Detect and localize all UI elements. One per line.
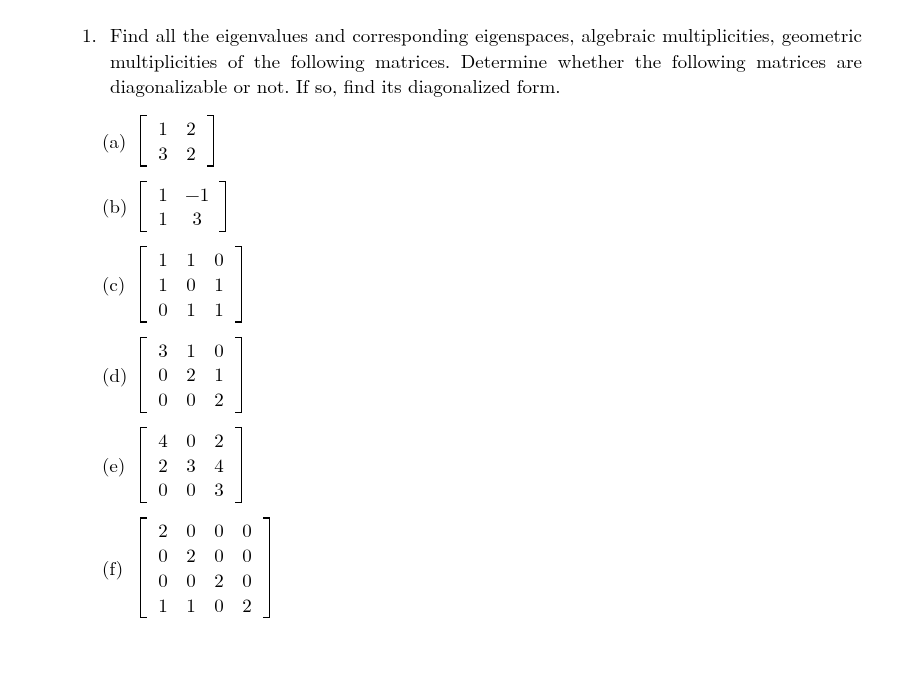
matrix-cell: 2 [185, 363, 197, 386]
right-bracket-icon [233, 246, 242, 322]
matrix-grid: 1232 [149, 115, 205, 167]
left-bracket-icon [140, 517, 149, 618]
matrix-cell: 0 [185, 388, 197, 411]
matrix-cell: 0 [241, 519, 253, 542]
matrix: 402234003 [140, 427, 242, 503]
matrix-cell: 2 [213, 569, 225, 592]
matrix-grid: 2000020000201102 [149, 517, 261, 618]
left-bracket-icon [140, 181, 149, 233]
subproblem: (f)2000020000201102 [102, 517, 862, 618]
matrix-cell: 0 [213, 594, 225, 617]
matrix-cell: 0 [213, 544, 225, 567]
subproblem-label: (c) [102, 271, 134, 297]
matrix-cell: 3 [191, 207, 203, 230]
right-bracket-icon [205, 115, 214, 167]
matrix-cell: 1 [185, 248, 197, 271]
matrix-cell: 1 [157, 183, 169, 206]
matrix-cell: 0 [241, 544, 253, 567]
matrix-cell: 0 [157, 363, 169, 386]
matrix-cell: 0 [185, 273, 197, 296]
subproblem-label: (f) [102, 555, 134, 581]
right-bracket-icon [233, 337, 242, 413]
matrix-cell: 3 [157, 142, 169, 165]
matrix-grid: 310021002 [149, 337, 233, 413]
matrix-cell: 0 [185, 429, 197, 452]
matrix-cell: 0 [213, 248, 225, 271]
matrix-cell: 2 [157, 454, 169, 477]
matrix-cell: −1 [185, 183, 209, 206]
matrix-cell: 1 [185, 339, 197, 362]
left-bracket-icon [140, 337, 149, 413]
matrix-cell: 2 [185, 142, 197, 165]
subproblem: (b) 1 −1 13 [102, 181, 862, 233]
matrix-cell: 4 [157, 429, 169, 452]
matrix-cell: 1 [157, 248, 169, 271]
matrix-cell: 0 [157, 478, 169, 501]
subproblem: (c)110101011 [102, 246, 862, 322]
subproblem: (d)310021002 [102, 337, 862, 413]
matrix-cell: 0 [241, 569, 253, 592]
matrix-cell: 1 [157, 273, 169, 296]
matrix: 2000020000201102 [140, 517, 270, 618]
matrix-cell: 0 [185, 478, 197, 501]
matrix-cell: 1 [185, 298, 197, 321]
left-bracket-icon [140, 427, 149, 503]
matrix-cell: 2 [213, 429, 225, 452]
matrix-cell: 2 [241, 594, 253, 617]
matrix-cell: 4 [213, 454, 225, 477]
matrix-cell: 3 [213, 478, 225, 501]
matrix-grid: 110101011 [149, 246, 233, 322]
subproblem: (a) 1232 [102, 115, 862, 167]
matrix-cell: 0 [157, 544, 169, 567]
matrix-grid: 402234003 [149, 427, 233, 503]
subproblem-label: (a) [102, 128, 134, 154]
matrix-cell: 2 [213, 388, 225, 411]
subproblem-label: (b) [102, 193, 134, 219]
matrix-cell: 2 [157, 519, 169, 542]
matrix-cell: 1 [213, 363, 225, 386]
matrix-cell: 0 [185, 569, 197, 592]
subproblem-label: (d) [102, 362, 134, 388]
matrix-cell: 1 [157, 117, 169, 140]
matrix-cell: 1 [213, 298, 225, 321]
matrix-cell: 1 [157, 207, 169, 230]
subproblem: (e)402234003 [102, 427, 862, 503]
subproblem-label: (e) [102, 452, 134, 478]
left-bracket-icon [140, 246, 149, 322]
matrix-cell: 1 [157, 594, 169, 617]
problem-number: 1. [82, 22, 100, 48]
matrix-cell: 0 [157, 298, 169, 321]
matrix: 1 −1 13 [140, 181, 226, 233]
problem-text: Find all the eigenvalues and correspondi… [110, 22, 862, 99]
right-bracket-icon [217, 181, 226, 233]
matrix-cell: 0 [185, 519, 197, 542]
matrix-cell: 0 [213, 519, 225, 542]
matrix: 1232 [140, 115, 214, 167]
matrix-cell: 0 [157, 569, 169, 592]
left-bracket-icon [140, 115, 149, 167]
matrix-cell: 3 [185, 454, 197, 477]
problem: 1. Find all the eigenvalues and correspo… [82, 22, 862, 99]
matrix: 110101011 [140, 246, 242, 322]
matrix-cell: 1 [185, 594, 197, 617]
matrix-cell: 3 [157, 339, 169, 362]
page: 1. Find all the eigenvalues and correspo… [0, 0, 922, 654]
matrix-cell: 2 [185, 544, 197, 567]
subproblem-list: (a)1232(b)1−113(c)110101011(d)310021002(… [102, 115, 862, 619]
matrix-cell: 0 [157, 388, 169, 411]
matrix: 310021002 [140, 337, 242, 413]
right-bracket-icon [233, 427, 242, 503]
right-bracket-icon [261, 517, 270, 618]
matrix-cell: 1 [213, 273, 225, 296]
matrix-cell: 0 [213, 339, 225, 362]
matrix-grid: 1 −1 13 [149, 181, 217, 233]
matrix-cell: 2 [185, 117, 197, 140]
